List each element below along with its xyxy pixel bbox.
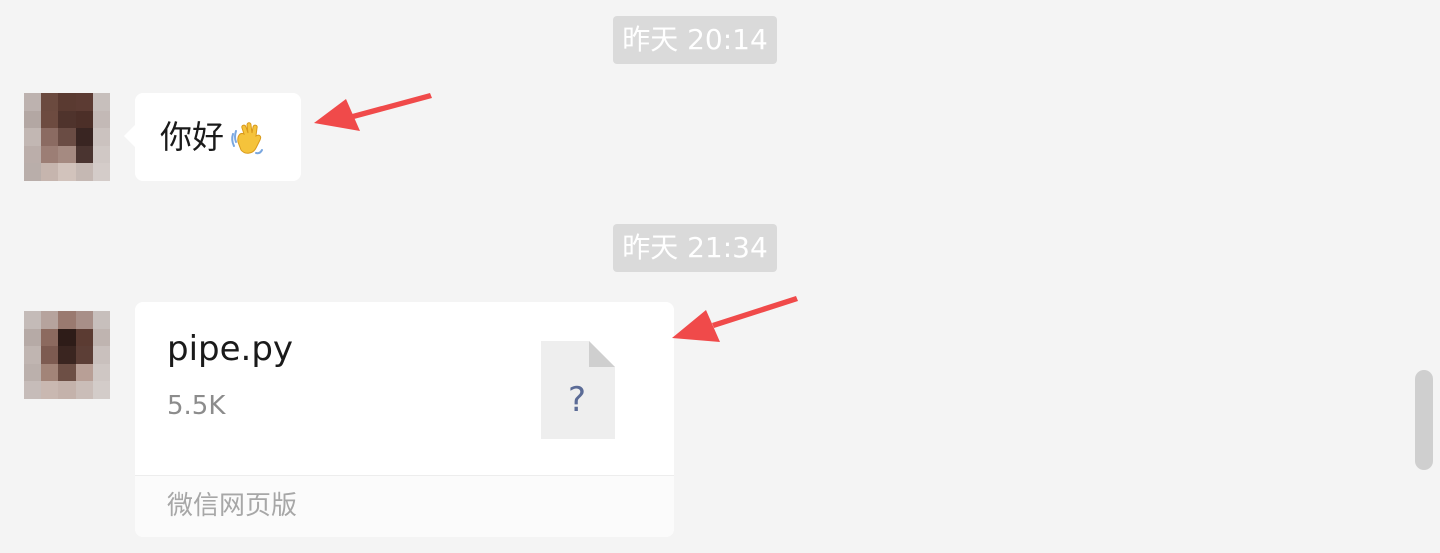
message-text: 你好: [160, 118, 225, 156]
annotation-arrow: [314, 93, 432, 131]
file-source-footer: 微信网页版: [135, 475, 674, 537]
message-bubble[interactable]: 你好: [124, 93, 301, 181]
file-name: pipe.py: [167, 329, 294, 369]
file-message-card[interactable]: pipe.py 5.5K ? 微信网页版: [135, 302, 674, 537]
timestamp-label: 昨天 20:14: [613, 16, 777, 64]
annotation-arrow: [672, 296, 798, 342]
message-text-line: 你好: [160, 117, 266, 158]
avatar[interactable]: [24, 93, 110, 181]
timestamp-label: 昨天 21:34: [613, 224, 777, 272]
unknown-file-icon: ?: [541, 341, 615, 439]
waving-hand-icon: [231, 122, 264, 155]
file-size: 5.5K: [167, 391, 226, 421]
avatar[interactable]: [24, 311, 110, 399]
scrollbar-thumb[interactable]: [1415, 370, 1433, 470]
file-icon-glyph: ?: [568, 380, 586, 420]
file-source-label: 微信网页版: [167, 491, 298, 521]
